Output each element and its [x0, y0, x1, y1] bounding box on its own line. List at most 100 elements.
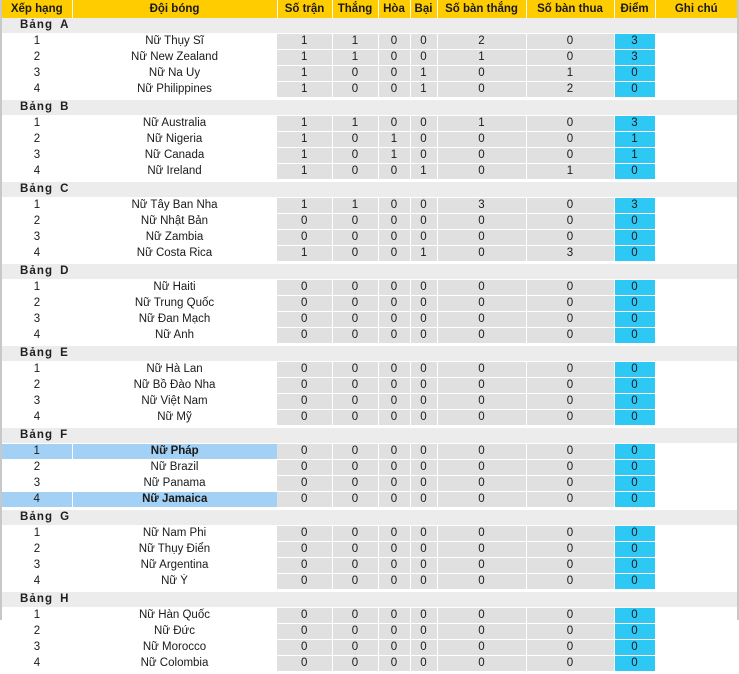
cell-win: 0	[332, 476, 378, 492]
cell-note	[655, 476, 737, 492]
table-row[interactable]: 2Nữ Thụy Điển0000000	[2, 542, 737, 558]
cell-points: 0	[614, 656, 655, 672]
cell-gf: 0	[437, 148, 526, 164]
column-header-loss[interactable]: Bại	[410, 0, 437, 18]
cell-points: 0	[614, 66, 655, 82]
cell-team: Nữ Philippines	[72, 82, 277, 98]
cell-draw: 0	[378, 574, 410, 590]
cell-points: 0	[614, 164, 655, 180]
cell-win: 1	[332, 34, 378, 50]
cell-rank: 3	[2, 640, 72, 656]
cell-ga: 0	[526, 444, 614, 460]
table-row[interactable]: 2Nữ Nhật Bản0000000	[2, 214, 737, 230]
table-row[interactable]: 3Nữ Morocco0000000	[2, 640, 737, 656]
cell-gf: 0	[437, 246, 526, 262]
cell-rank: 2	[2, 624, 72, 640]
cell-loss: 0	[410, 378, 437, 394]
column-header-rank[interactable]: Xếp hạng	[2, 0, 72, 18]
table-row[interactable]: 4Nữ Ireland1001010	[2, 164, 737, 180]
column-header-gf[interactable]: Số bàn thắng	[437, 0, 526, 18]
cell-team: Nữ Ý	[72, 574, 277, 590]
table-row[interactable]: 4Nữ Philippines1001020	[2, 82, 737, 98]
cell-note	[655, 148, 737, 164]
cell-gf: 0	[437, 362, 526, 378]
column-header-team[interactable]: Đội bóng	[72, 0, 277, 18]
cell-win: 0	[332, 378, 378, 394]
cell-note	[655, 280, 737, 296]
cell-rank: 1	[2, 608, 72, 624]
group-prefix: Bảng	[20, 183, 53, 195]
group-header-cell: BảngC	[2, 182, 737, 198]
cell-ga: 0	[526, 296, 614, 312]
cell-played: 1	[277, 34, 332, 50]
cell-gf: 0	[437, 476, 526, 492]
cell-gf: 0	[437, 132, 526, 148]
group-label: BảngB	[2, 101, 70, 113]
cell-points: 0	[614, 526, 655, 542]
cell-ga: 0	[526, 116, 614, 132]
cell-win: 0	[332, 362, 378, 378]
table-row[interactable]: 1Nữ Hà Lan0000000	[2, 362, 737, 378]
table-row[interactable]: 3Nữ Đan Mạch0000000	[2, 312, 737, 328]
column-header-played[interactable]: Số trận	[277, 0, 332, 18]
column-header-win[interactable]: Thắng	[332, 0, 378, 18]
table-row[interactable]: 4Nữ Colombia0000000	[2, 656, 737, 672]
cell-draw: 0	[378, 214, 410, 230]
cell-draw: 0	[378, 608, 410, 624]
cell-rank: 4	[2, 410, 72, 426]
cell-draw: 0	[378, 624, 410, 640]
table-row[interactable]: 1Nữ Hàn Quốc0000000	[2, 608, 737, 624]
column-header-note[interactable]: Ghi chú	[655, 0, 737, 18]
table-row[interactable]: 4Nữ Costa Rica1001030	[2, 246, 737, 262]
cell-rank: 1	[2, 116, 72, 132]
table-row[interactable]: 2Nữ Nigeria1010001	[2, 132, 737, 148]
cell-played: 0	[277, 328, 332, 344]
table-row[interactable]: 1Nữ Haiti0000000	[2, 280, 737, 296]
group-label: BảngD	[2, 265, 70, 277]
column-header-points[interactable]: Điểm	[614, 0, 655, 18]
cell-rank: 3	[2, 148, 72, 164]
table-row[interactable]: 1Nữ Australia1100103	[2, 116, 737, 132]
table-row[interactable]: 2Nữ Bồ Đào Nha0000000	[2, 378, 737, 394]
cell-note	[655, 296, 737, 312]
cell-loss: 0	[410, 362, 437, 378]
table-row[interactable]: 1Nữ Nam Phi0000000	[2, 526, 737, 542]
table-row[interactable]: 2Nữ Trung Quốc0000000	[2, 296, 737, 312]
cell-team: Nữ Argentina	[72, 558, 277, 574]
table-row[interactable]: 1Nữ Tây Ban Nha1100303	[2, 198, 737, 214]
cell-ga: 0	[526, 312, 614, 328]
column-header-draw[interactable]: Hòa	[378, 0, 410, 18]
cell-team: Nữ Tây Ban Nha	[72, 198, 277, 214]
table-row[interactable]: 1Nữ Pháp0000000	[2, 444, 737, 460]
table-row[interactable]: 4Nữ Anh0000000	[2, 328, 737, 344]
cell-team: Nữ Bồ Đào Nha	[72, 378, 277, 394]
group-letter: G	[60, 511, 70, 523]
table-row[interactable]: 3Nữ Zambia0000000	[2, 230, 737, 246]
cell-ga: 0	[526, 608, 614, 624]
table-row[interactable]: 3Nữ Việt Nam0000000	[2, 394, 737, 410]
table-row[interactable]: 2Nữ New Zealand1100103	[2, 50, 737, 66]
table-row[interactable]: 4Nữ Jamaica0000000	[2, 492, 737, 508]
cell-rank: 1	[2, 444, 72, 460]
cell-rank: 3	[2, 476, 72, 492]
table-row[interactable]: 3Nữ Argentina0000000	[2, 558, 737, 574]
table-row[interactable]: 1Nữ Thụy Sĩ1100203	[2, 34, 737, 50]
cell-ga: 0	[526, 656, 614, 672]
cell-note	[655, 444, 737, 460]
table-row[interactable]: 3Nữ Canada1010001	[2, 148, 737, 164]
table-row[interactable]: 2Nữ Đức0000000	[2, 624, 737, 640]
cell-win: 0	[332, 328, 378, 344]
cell-draw: 0	[378, 280, 410, 296]
group-header-cell: BảngH	[2, 592, 737, 608]
table-row[interactable]: 2Nữ Brazil0000000	[2, 460, 737, 476]
cell-loss: 0	[410, 328, 437, 344]
table-row[interactable]: 4Nữ Mỹ0000000	[2, 410, 737, 426]
cell-points: 1	[614, 148, 655, 164]
table-row[interactable]: 4Nữ Ý0000000	[2, 574, 737, 590]
column-header-ga[interactable]: Số bàn thua	[526, 0, 614, 18]
cell-team: Nữ Nhật Bản	[72, 214, 277, 230]
table-row[interactable]: 3Nữ Na Uy1001010	[2, 66, 737, 82]
table-row[interactable]: 3Nữ Panama0000000	[2, 476, 737, 492]
cell-win: 0	[332, 66, 378, 82]
cell-note	[655, 378, 737, 394]
